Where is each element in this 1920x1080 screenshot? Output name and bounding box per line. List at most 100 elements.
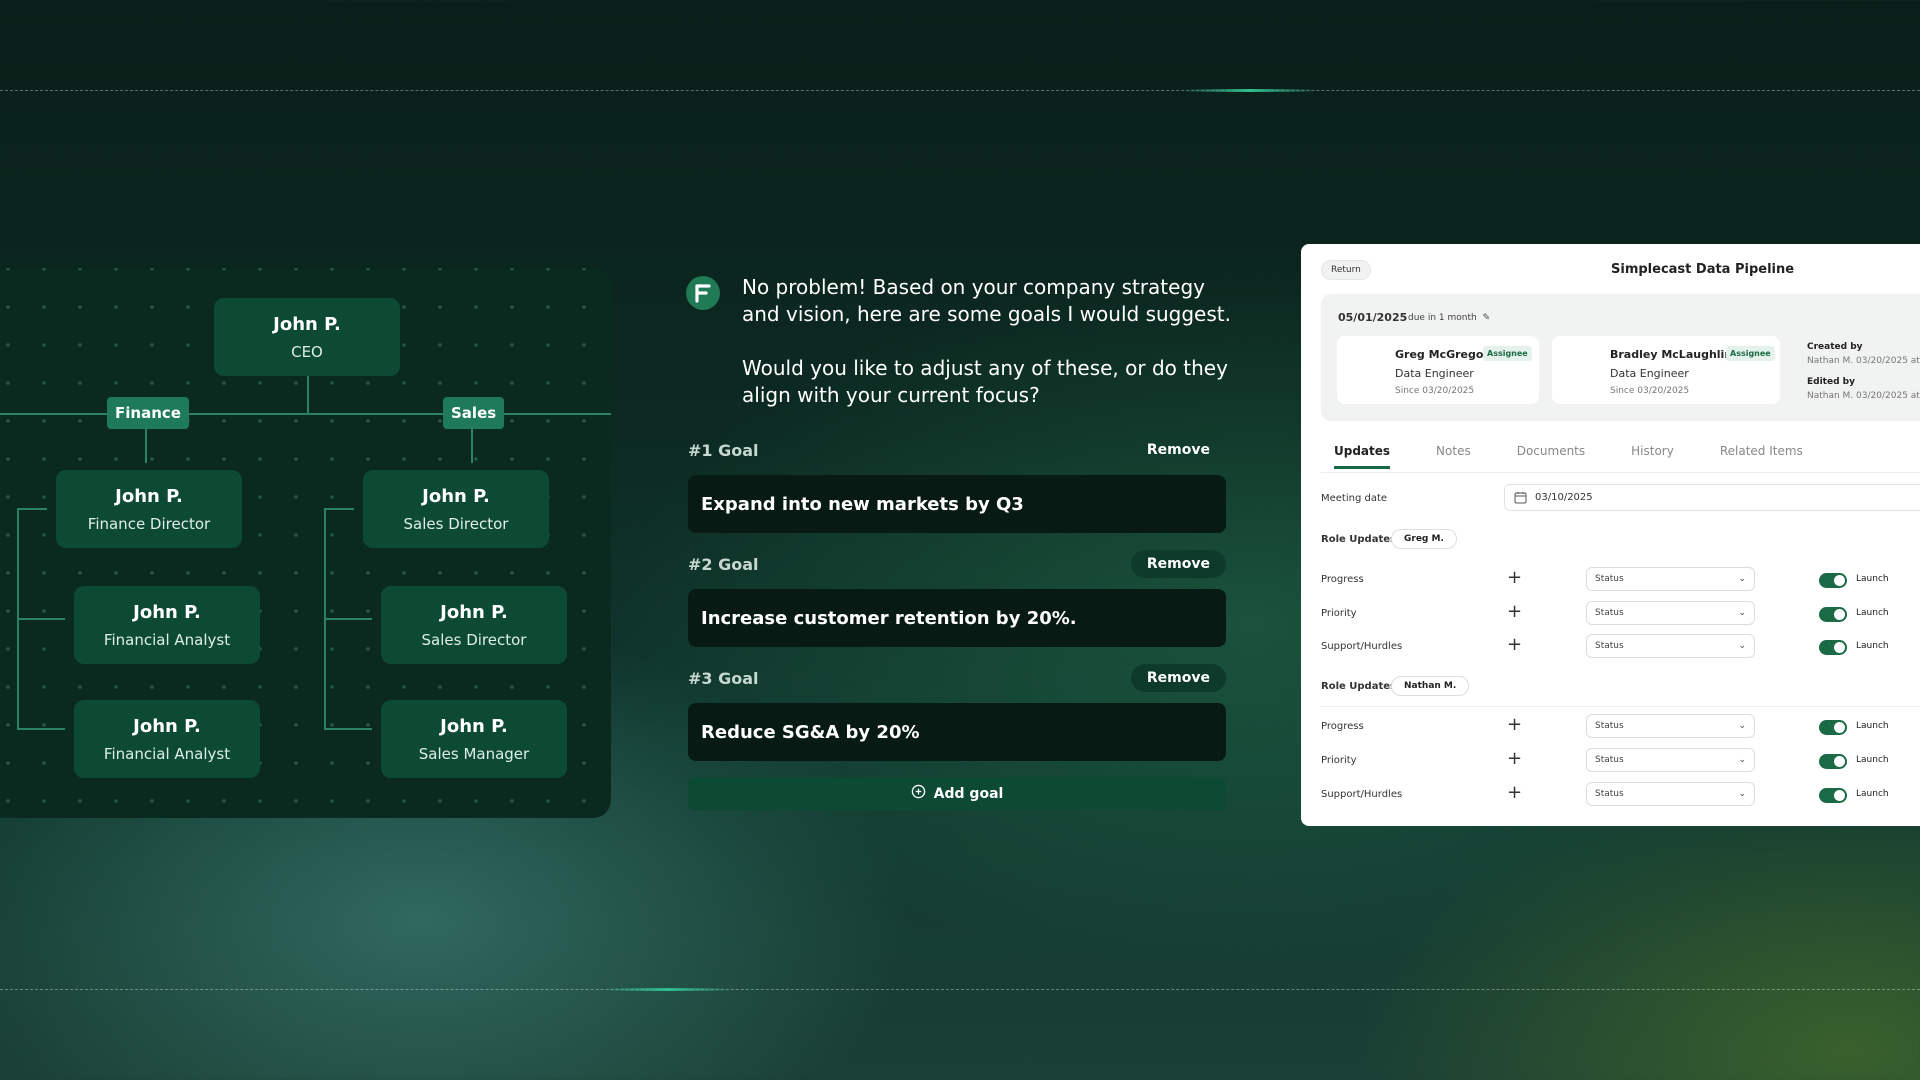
goal-label: #3 Goal bbox=[688, 668, 759, 688]
tab-divider bbox=[1321, 472, 1920, 473]
update-row-label: Priority bbox=[1321, 755, 1357, 766]
assignee-since: Since 03/20/2025 bbox=[1395, 386, 1475, 396]
status-select[interactable]: Status ⌄ bbox=[1586, 714, 1755, 738]
goal-text-field[interactable]: Reduce SG&A by 20% bbox=[688, 703, 1226, 761]
update-row-label: Support/Hurdles bbox=[1321, 789, 1403, 800]
message-paragraph: No problem! Based on your company strate… bbox=[742, 275, 1231, 326]
chevron-down-icon: ⌄ bbox=[1738, 789, 1746, 799]
add-icon[interactable]: + bbox=[1507, 636, 1522, 654]
meeting-date-input[interactable]: 03/10/2025 bbox=[1504, 484, 1920, 511]
chevron-down-icon: ⌄ bbox=[1738, 641, 1746, 651]
launch-toggle[interactable] bbox=[1819, 607, 1847, 622]
node-role: Financial Analyst bbox=[103, 744, 231, 763]
tab-notes[interactable]: Notes bbox=[1436, 444, 1471, 469]
remove-goal-button[interactable]: Remove bbox=[1130, 664, 1226, 692]
org-node-sales-director[interactable]: John P. Sales Director bbox=[363, 470, 549, 548]
add-goal-label: Add goal bbox=[933, 785, 1004, 802]
add-icon[interactable]: + bbox=[1507, 750, 1522, 768]
remove-goal-button[interactable]: Remove bbox=[1130, 550, 1226, 578]
add-icon[interactable]: + bbox=[1507, 569, 1522, 587]
project-panel: Return Simplecast Data Pipeline 05/01/20… bbox=[1301, 244, 1920, 826]
node-role: Financial Analyst bbox=[103, 630, 231, 649]
tab-bar: Updates Notes Documents History Related … bbox=[1334, 444, 1849, 469]
status-value: Status bbox=[1595, 721, 1624, 731]
goal-text-field[interactable]: Expand into new markets by Q3 bbox=[688, 475, 1226, 533]
panel-title: Simplecast Data Pipeline bbox=[1611, 262, 1795, 277]
status-value: Status bbox=[1595, 755, 1624, 765]
org-node-ceo[interactable]: John P. CEO bbox=[214, 298, 400, 376]
person-chip[interactable]: Greg M. bbox=[1391, 529, 1457, 549]
meeting-date-label: Meeting date bbox=[1321, 493, 1388, 504]
add-icon[interactable]: + bbox=[1507, 784, 1522, 802]
tab-documents[interactable]: Documents bbox=[1517, 444, 1585, 469]
assignee-badge: Assignee bbox=[1726, 346, 1775, 361]
project-summary-card: 05/01/2025 due in 1 month ✎ Greg McGrego… bbox=[1321, 294, 1920, 421]
edit-pencil-icon[interactable]: ✎ bbox=[1483, 313, 1491, 323]
tab-updates[interactable]: Updates bbox=[1334, 444, 1391, 469]
assignee-name: Bradley McLaughlin bbox=[1610, 348, 1733, 361]
created-by-value: Nathan M. 03/20/2025 at 11 bbox=[1807, 356, 1920, 366]
toggle-label: Launch bbox=[1856, 574, 1889, 584]
status-value: Status bbox=[1595, 608, 1624, 618]
status-select[interactable]: Status ⌄ bbox=[1586, 748, 1755, 772]
status-value: Status bbox=[1595, 641, 1624, 651]
remove-goal-button[interactable]: Remove bbox=[1131, 436, 1226, 464]
assistant-message-text: No problem! Based on your company strate… bbox=[742, 274, 1232, 409]
goal-text-field[interactable]: Increase customer retention by 20%. bbox=[688, 589, 1226, 647]
tab-history[interactable]: History bbox=[1631, 444, 1674, 469]
tab-related-items[interactable]: Related Items bbox=[1720, 444, 1803, 469]
goal-header: #3 Goal Remove bbox=[688, 663, 1226, 693]
org-node-sales-manager[interactable]: John P. Sales Manager bbox=[381, 700, 567, 778]
org-node-financial-analyst[interactable]: John P. Financial Analyst bbox=[74, 586, 260, 664]
status-select[interactable]: Status ⌄ bbox=[1586, 567, 1755, 591]
edited-by-value: Nathan M. 03/20/2025 at 11 bbox=[1807, 391, 1920, 401]
launch-toggle[interactable] bbox=[1819, 573, 1847, 588]
goal-header: #2 Goal Remove bbox=[688, 549, 1226, 579]
org-node-financial-analyst[interactable]: John P. Financial Analyst bbox=[74, 700, 260, 778]
chevron-down-icon: ⌄ bbox=[1738, 608, 1746, 618]
launch-toggle[interactable] bbox=[1819, 754, 1847, 769]
toggle-label: Launch bbox=[1856, 755, 1889, 765]
org-node-finance-director[interactable]: John P. Finance Director bbox=[56, 470, 242, 548]
update-row-label: Priority bbox=[1321, 608, 1357, 619]
add-icon[interactable]: + bbox=[1507, 716, 1522, 734]
dept-label-finance: Finance bbox=[107, 397, 189, 429]
toggle-label: Launch bbox=[1856, 641, 1889, 651]
assignee-since: Since 03/20/2025 bbox=[1610, 386, 1690, 396]
launch-toggle[interactable] bbox=[1819, 788, 1847, 803]
node-name: John P. bbox=[440, 715, 508, 737]
calendar-icon bbox=[1514, 491, 1527, 507]
dept-label-sales: Sales bbox=[443, 397, 505, 429]
assignee-role: Data Engineer bbox=[1395, 367, 1474, 380]
update-row-label: Support/Hurdles bbox=[1321, 641, 1403, 652]
chevron-down-icon: ⌄ bbox=[1738, 721, 1746, 731]
status-select[interactable]: Status ⌄ bbox=[1586, 782, 1755, 806]
goal-label: #1 Goal bbox=[688, 440, 759, 460]
launch-toggle[interactable] bbox=[1819, 720, 1847, 735]
status-select[interactable]: Status ⌄ bbox=[1586, 601, 1755, 625]
assignee-card[interactable]: Bradley McLaughlin Assignee Data Enginee… bbox=[1552, 336, 1780, 404]
section-divider bbox=[1321, 706, 1920, 707]
status-select[interactable]: Status ⌄ bbox=[1586, 634, 1755, 658]
return-button[interactable]: Return bbox=[1321, 260, 1371, 280]
role-updates-label: Role Updates bbox=[1321, 534, 1396, 545]
chevron-down-icon: ⌄ bbox=[1738, 755, 1746, 765]
node-role: CEO bbox=[291, 342, 323, 361]
node-name: John P. bbox=[115, 485, 183, 507]
launch-toggle[interactable] bbox=[1819, 640, 1847, 655]
project-date: 05/01/2025 bbox=[1338, 311, 1408, 324]
add-goal-button[interactable]: Add goal bbox=[688, 777, 1226, 810]
node-role: Sales Director bbox=[421, 630, 527, 649]
plus-circle-icon bbox=[911, 784, 926, 803]
node-role: Sales Director bbox=[403, 514, 509, 533]
status-value: Status bbox=[1595, 789, 1624, 799]
node-name: John P. bbox=[273, 313, 341, 335]
node-name: John P. bbox=[133, 601, 201, 623]
assignee-name: Greg McGregor bbox=[1395, 348, 1489, 361]
due-text: due in 1 month bbox=[1408, 313, 1477, 323]
add-icon[interactable]: + bbox=[1507, 603, 1522, 621]
org-node-sales-director[interactable]: John P. Sales Director bbox=[381, 586, 567, 664]
person-chip[interactable]: Nathan M. bbox=[1391, 676, 1470, 696]
assignee-card[interactable]: Greg McGregor Assignee Data Engineer Sin… bbox=[1337, 336, 1539, 404]
update-row-label: Progress bbox=[1321, 721, 1364, 732]
